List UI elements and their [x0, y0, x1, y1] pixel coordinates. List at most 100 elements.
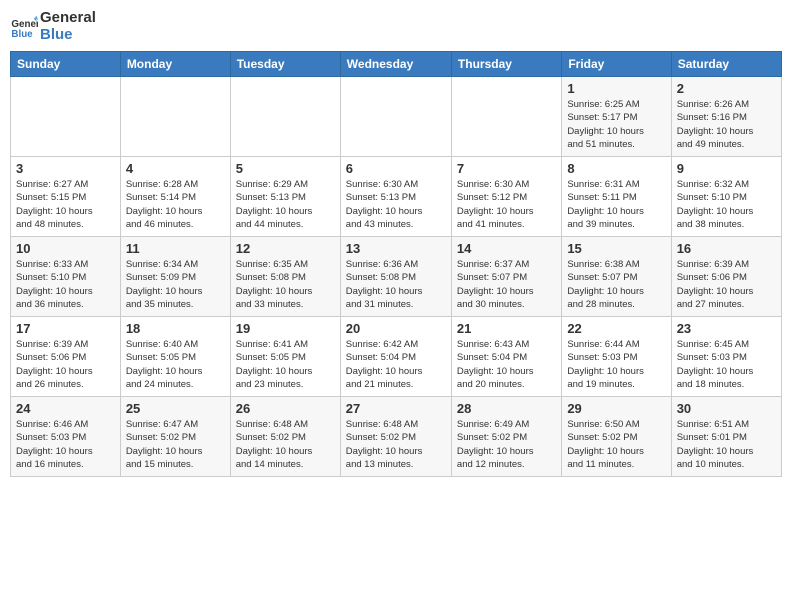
calendar-cell: 13 Sunrise: 6:36 AM Sunset: 5:08 PM Dayli…: [340, 237, 451, 317]
calendar-cell: 22 Sunrise: 6:44 AM Sunset: 5:03 PM Dayli…: [562, 317, 671, 397]
day-info: Sunrise: 6:36 AM Sunset: 5:08 PM Dayligh…: [346, 258, 446, 311]
day-number: 11: [126, 241, 225, 256]
calendar-cell: 20 Sunrise: 6:42 AM Sunset: 5:04 PM Dayli…: [340, 317, 451, 397]
day-number: 19: [236, 321, 335, 336]
weekday-header-thursday: Thursday: [451, 52, 561, 77]
calendar-cell: 5 Sunrise: 6:29 AM Sunset: 5:13 PM Daylig…: [230, 157, 340, 237]
calendar-cell: 14 Sunrise: 6:37 AM Sunset: 5:07 PM Dayli…: [451, 237, 561, 317]
day-number: 22: [567, 321, 665, 336]
calendar-cell: 9 Sunrise: 6:32 AM Sunset: 5:10 PM Daylig…: [671, 157, 781, 237]
day-info: Sunrise: 6:37 AM Sunset: 5:07 PM Dayligh…: [457, 258, 556, 311]
day-number: 5: [236, 161, 335, 176]
day-info: Sunrise: 6:41 AM Sunset: 5:05 PM Dayligh…: [236, 338, 335, 391]
day-number: 10: [16, 241, 115, 256]
calendar-week-5: 24Sunrise: 6:46 AM Sunset: 5:03 PM Dayli…: [11, 397, 782, 477]
day-info: Sunrise: 6:27 AM Sunset: 5:15 PM Dayligh…: [16, 178, 115, 231]
day-number: 24: [16, 401, 115, 416]
calendar-cell: 4 Sunrise: 6:28 AM Sunset: 5:14 PM Daylig…: [120, 157, 230, 237]
calendar-cell: 6 Sunrise: 6:30 AM Sunset: 5:13 PM Daylig…: [340, 157, 451, 237]
day-number: 7: [457, 161, 556, 176]
day-info: Sunrise: 6:28 AM Sunset: 5:14 PM Dayligh…: [126, 178, 225, 231]
calendar-cell: 30Sunrise: 6:51 AM Sunset: 5:01 PM Dayli…: [671, 397, 781, 477]
day-info: Sunrise: 6:45 AM Sunset: 5:03 PM Dayligh…: [677, 338, 776, 391]
day-number: 8: [567, 161, 665, 176]
calendar-cell: 7Sunrise: 6:30 AM Sunset: 5:12 PM Daylig…: [451, 157, 561, 237]
calendar-cell: 23 Sunrise: 6:45 AM Sunset: 5:03 PM Dayli…: [671, 317, 781, 397]
day-info: Sunrise: 6:49 AM Sunset: 5:02 PM Dayligh…: [457, 418, 556, 471]
day-number: 1: [567, 81, 665, 96]
day-number: 29: [567, 401, 665, 416]
calendar-cell: 28 Sunrise: 6:49 AM Sunset: 5:02 PM Dayli…: [451, 397, 561, 477]
weekday-header-tuesday: Tuesday: [230, 52, 340, 77]
day-number: 15: [567, 241, 665, 256]
calendar-week-3: 10 Sunrise: 6:33 AM Sunset: 5:10 PM Dayli…: [11, 237, 782, 317]
day-number: 9: [677, 161, 776, 176]
day-number: 20: [346, 321, 446, 336]
calendar-cell: 19 Sunrise: 6:41 AM Sunset: 5:05 PM Dayli…: [230, 317, 340, 397]
day-number: 3: [16, 161, 115, 176]
calendar-cell: [340, 77, 451, 157]
day-number: 2: [677, 81, 776, 96]
calendar-week-2: 3 Sunrise: 6:27 AM Sunset: 5:15 PM Daylig…: [11, 157, 782, 237]
weekday-header-friday: Friday: [562, 52, 671, 77]
logo-text-general: General: [40, 10, 96, 27]
calendar-cell: 21Sunrise: 6:43 AM Sunset: 5:04 PM Dayli…: [451, 317, 561, 397]
day-info: Sunrise: 6:48 AM Sunset: 5:02 PM Dayligh…: [236, 418, 335, 471]
day-info: Sunrise: 6:47 AM Sunset: 5:02 PM Dayligh…: [126, 418, 225, 471]
day-number: 4: [126, 161, 225, 176]
day-number: 17: [16, 321, 115, 336]
day-info: Sunrise: 6:32 AM Sunset: 5:10 PM Dayligh…: [677, 178, 776, 231]
day-info: Sunrise: 6:50 AM Sunset: 5:02 PM Dayligh…: [567, 418, 665, 471]
calendar-cell: 18Sunrise: 6:40 AM Sunset: 5:05 PM Dayli…: [120, 317, 230, 397]
page-header: General Blue General Blue: [10, 10, 782, 43]
day-info: Sunrise: 6:34 AM Sunset: 5:09 PM Dayligh…: [126, 258, 225, 311]
day-info: Sunrise: 6:38 AM Sunset: 5:07 PM Dayligh…: [567, 258, 665, 311]
calendar-cell: [230, 77, 340, 157]
calendar-cell: 17 Sunrise: 6:39 AM Sunset: 5:06 PM Dayli…: [11, 317, 121, 397]
calendar-cell: 1 Sunrise: 6:25 AM Sunset: 5:17 PM Daylig…: [562, 77, 671, 157]
day-number: 23: [677, 321, 776, 336]
calendar-week-4: 17 Sunrise: 6:39 AM Sunset: 5:06 PM Dayli…: [11, 317, 782, 397]
day-number: 30: [677, 401, 776, 416]
calendar-cell: 10 Sunrise: 6:33 AM Sunset: 5:10 PM Dayli…: [11, 237, 121, 317]
day-info: Sunrise: 6:42 AM Sunset: 5:04 PM Dayligh…: [346, 338, 446, 391]
day-info: Sunrise: 6:43 AM Sunset: 5:04 PM Dayligh…: [457, 338, 556, 391]
day-number: 13: [346, 241, 446, 256]
day-number: 28: [457, 401, 556, 416]
calendar-cell: 27Sunrise: 6:48 AM Sunset: 5:02 PM Dayli…: [340, 397, 451, 477]
day-info: Sunrise: 6:39 AM Sunset: 5:06 PM Dayligh…: [16, 338, 115, 391]
day-info: Sunrise: 6:39 AM Sunset: 5:06 PM Dayligh…: [677, 258, 776, 311]
calendar-cell: [451, 77, 561, 157]
day-info: Sunrise: 6:29 AM Sunset: 5:13 PM Dayligh…: [236, 178, 335, 231]
calendar-cell: 2 Sunrise: 6:26 AM Sunset: 5:16 PM Daylig…: [671, 77, 781, 157]
calendar-cell: 29 Sunrise: 6:50 AM Sunset: 5:02 PM Dayli…: [562, 397, 671, 477]
day-number: 14: [457, 241, 556, 256]
day-info: Sunrise: 6:31 AM Sunset: 5:11 PM Dayligh…: [567, 178, 665, 231]
logo-icon: General Blue: [10, 13, 38, 41]
weekday-header-monday: Monday: [120, 52, 230, 77]
day-info: Sunrise: 6:30 AM Sunset: 5:13 PM Dayligh…: [346, 178, 446, 231]
logo: General Blue General Blue: [10, 10, 96, 43]
weekday-header-wednesday: Wednesday: [340, 52, 451, 77]
calendar-cell: 24Sunrise: 6:46 AM Sunset: 5:03 PM Dayli…: [11, 397, 121, 477]
day-info: Sunrise: 6:48 AM Sunset: 5:02 PM Dayligh…: [346, 418, 446, 471]
day-number: 6: [346, 161, 446, 176]
calendar-cell: 15 Sunrise: 6:38 AM Sunset: 5:07 PM Dayli…: [562, 237, 671, 317]
calendar-cell: 3 Sunrise: 6:27 AM Sunset: 5:15 PM Daylig…: [11, 157, 121, 237]
day-info: Sunrise: 6:25 AM Sunset: 5:17 PM Dayligh…: [567, 98, 665, 151]
weekday-header-sunday: Sunday: [11, 52, 121, 77]
calendar-cell: 11 Sunrise: 6:34 AM Sunset: 5:09 PM Dayli…: [120, 237, 230, 317]
calendar-week-1: 1 Sunrise: 6:25 AM Sunset: 5:17 PM Daylig…: [11, 77, 782, 157]
calendar-cell: 12Sunrise: 6:35 AM Sunset: 5:08 PM Dayli…: [230, 237, 340, 317]
calendar-cell: [11, 77, 121, 157]
day-info: Sunrise: 6:44 AM Sunset: 5:03 PM Dayligh…: [567, 338, 665, 391]
logo-text-blue: Blue: [40, 27, 96, 44]
day-info: Sunrise: 6:33 AM Sunset: 5:10 PM Dayligh…: [16, 258, 115, 311]
calendar-cell: 26Sunrise: 6:48 AM Sunset: 5:02 PM Dayli…: [230, 397, 340, 477]
day-info: Sunrise: 6:26 AM Sunset: 5:16 PM Dayligh…: [677, 98, 776, 151]
calendar-cell: 8 Sunrise: 6:31 AM Sunset: 5:11 PM Daylig…: [562, 157, 671, 237]
weekday-header-row: SundayMondayTuesdayWednesdayThursdayFrid…: [11, 52, 782, 77]
day-number: 25: [126, 401, 225, 416]
calendar-table: SundayMondayTuesdayWednesdayThursdayFrid…: [10, 51, 782, 477]
calendar-cell: 16Sunrise: 6:39 AM Sunset: 5:06 PM Dayli…: [671, 237, 781, 317]
